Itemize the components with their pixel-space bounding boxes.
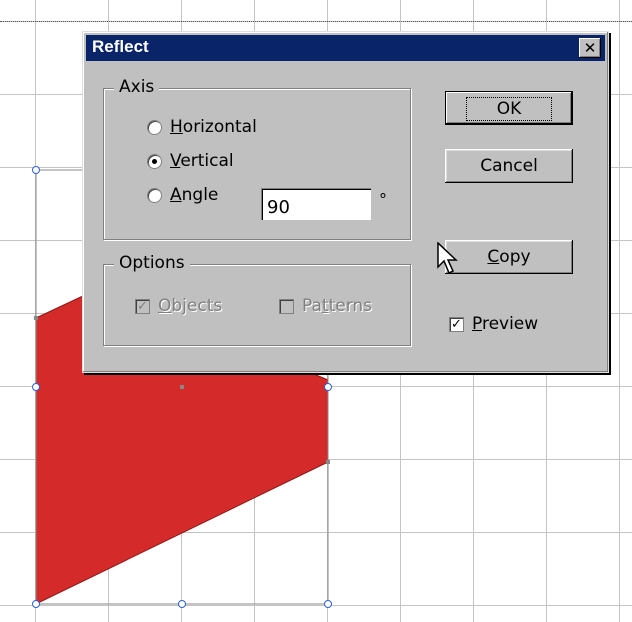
- close-button[interactable]: ✕: [579, 38, 601, 58]
- checkbox-objects[interactable]: ✓ Objects: [135, 296, 222, 316]
- radio-angle[interactable]: Angle: [147, 185, 218, 205]
- radio-vertical-label: Vertical: [170, 151, 234, 171]
- handle-bottom-left: [32, 600, 40, 608]
- radio-vertical[interactable]: Vertical: [147, 151, 234, 171]
- angle-input[interactable]: [261, 188, 371, 220]
- radio-horizontal-indicator[interactable]: [147, 119, 162, 135]
- handle-mid-left: [32, 383, 40, 391]
- handle-bottom-right: [324, 600, 332, 608]
- axis-group-label: Axis: [114, 77, 160, 97]
- checkbox-patterns-label: Patterns: [302, 296, 373, 316]
- checkbox-patterns[interactable]: Patterns: [279, 296, 372, 316]
- checkbox-objects-label: Objects: [158, 296, 223, 316]
- radio-vertical-indicator[interactable]: [147, 153, 162, 169]
- mouse-pointer-icon: [437, 242, 458, 275]
- handle-bottom-center: [178, 600, 186, 608]
- handle-mid-right: [324, 383, 332, 391]
- copy-button[interactable]: Copy: [445, 240, 573, 274]
- checkbox-preview[interactable]: ✓ Preview: [449, 314, 538, 334]
- ok-button[interactable]: OK: [445, 91, 573, 125]
- radio-angle-label: Angle: [170, 185, 219, 205]
- dialog-title: Reflect: [92, 37, 149, 56]
- checkbox-preview-label: Preview: [472, 314, 539, 334]
- cancel-button[interactable]: Cancel: [445, 149, 573, 183]
- checkbox-objects-box[interactable]: ✓: [135, 298, 150, 314]
- radio-angle-indicator[interactable]: [147, 187, 162, 203]
- radio-horizontal[interactable]: Horizontal: [147, 117, 257, 137]
- checkbox-preview-box[interactable]: ✓: [449, 316, 464, 332]
- dialog-title-bar[interactable]: Reflect ✕: [86, 35, 605, 61]
- reflect-dialog: Reflect ✕ Axis Horizontal Vertical Angle…: [82, 31, 609, 373]
- checkbox-patterns-box[interactable]: [279, 298, 294, 314]
- options-group-label: Options: [114, 253, 190, 273]
- degree-symbol: °: [379, 190, 387, 209]
- radio-horizontal-label: Horizontal: [170, 117, 257, 137]
- handle-top-left: [32, 166, 40, 174]
